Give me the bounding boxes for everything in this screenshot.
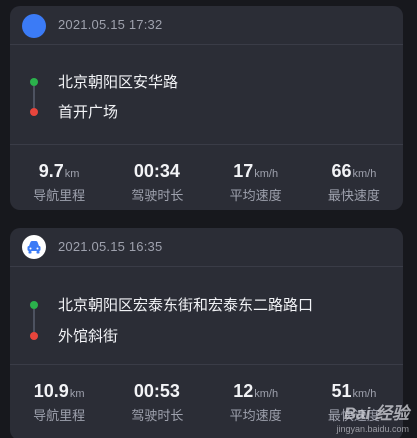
stat-value: 12	[233, 381, 254, 401]
stat-duration: 00:53 驾驶时长	[108, 365, 206, 438]
stat-value: 00:53	[133, 381, 180, 401]
stat-unit: km/h	[352, 168, 377, 180]
stat-unit: km	[69, 388, 85, 400]
stat-value: 10.9	[33, 381, 69, 401]
stat-value: 51	[331, 381, 352, 401]
route-connector	[33, 309, 35, 332]
watermark-logo-text: Bai 经验	[343, 404, 409, 423]
stat-label: 驾驶时长	[131, 188, 184, 203]
stat-duration: 00:34 驾驶时长	[108, 145, 206, 210]
stat-label: 最快速度	[327, 188, 380, 203]
trip-route: 北京朝阳区宏泰东街和宏泰东二路路口 外馆斜街	[10, 266, 403, 366]
watermark-url: jingyan.baidu.com	[336, 424, 409, 434]
route-connector	[33, 86, 35, 108]
trip-time: 2021.05.15 16:35	[58, 239, 163, 254]
stat-label: 平均速度	[229, 408, 282, 423]
end-point-icon	[30, 332, 38, 340]
start-point-icon	[30, 78, 38, 86]
trip-card[interactable]: 2021.05.15 17:32 北京朝阳区安华路 首开广场 9.7km 导航里…	[10, 6, 403, 210]
trip-time: 2021.05.15 17:32	[58, 17, 163, 32]
stat-value: 9.7	[38, 161, 64, 181]
stat-label: 导航里程	[33, 188, 86, 203]
end-address: 首开广场	[58, 104, 119, 121]
start-address: 北京朝阳区宏泰东街和宏泰东二路路口	[58, 297, 314, 314]
stat-max-speed: 66km/h 最快速度	[305, 145, 403, 210]
stat-label: 导航里程	[33, 408, 86, 423]
trip-stats: 9.7km 导航里程 00:34 驾驶时长 17km/h 平均速度 66km/h…	[10, 144, 403, 210]
end-point-icon	[30, 108, 38, 116]
trip-card-header: 2021.05.15 16:35	[10, 228, 403, 267]
stat-label: 驾驶时长	[131, 408, 184, 423]
trip-history-screen: 2021.05.15 17:32 北京朝阳区安华路 首开广场 9.7km 导航里…	[0, 0, 417, 438]
stat-unit: km	[64, 168, 80, 180]
stat-unit: km/h	[254, 168, 279, 180]
stat-value: 17	[233, 161, 254, 181]
trip-card-header: 2021.05.15 17:32	[10, 6, 403, 45]
stat-label: 平均速度	[229, 188, 282, 203]
stat-value: 66	[331, 161, 352, 181]
stat-avg-speed: 17km/h 平均速度	[207, 145, 305, 210]
blue-circle-avatar-icon	[22, 14, 46, 38]
stat-distance: 9.7km 导航里程	[10, 145, 108, 210]
stat-unit: km/h	[254, 388, 279, 400]
start-address: 北京朝阳区安华路	[58, 74, 179, 91]
start-point-icon	[30, 301, 38, 309]
car-icon-glyph	[27, 241, 41, 254]
trip-route: 北京朝阳区安华路 首开广场	[10, 44, 403, 142]
stat-avg-speed: 12km/h 平均速度	[207, 365, 305, 438]
stat-value: 00:34	[133, 161, 180, 181]
stat-distance: 10.9km 导航里程	[10, 365, 108, 438]
car-icon	[22, 235, 46, 259]
baidu-jingyan-watermark: Bai 经验 jingyan.baidu.com	[336, 399, 409, 434]
end-address: 外馆斜街	[58, 328, 119, 345]
